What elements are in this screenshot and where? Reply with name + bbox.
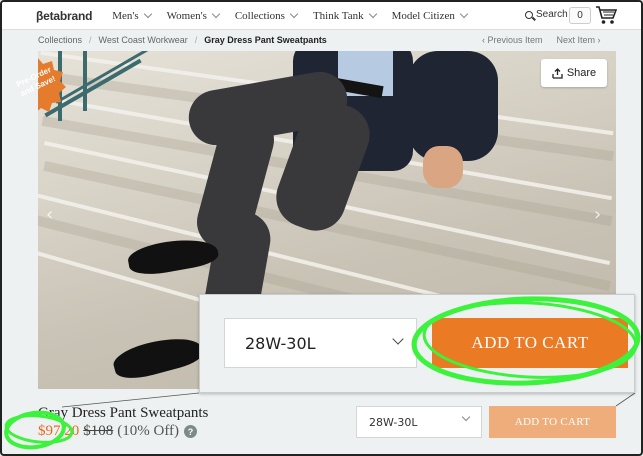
size-select[interactable]: 28W-30L: [356, 406, 482, 438]
browser-frame: βetabrand Men's Women's Collections Thin…: [0, 0, 643, 456]
price-row: $97.20 $108 (10% Off) ?: [38, 423, 198, 440]
size-select-value: 28W-30L: [369, 415, 418, 429]
sale-price: $97.20: [38, 423, 80, 439]
chevron-down-icon: [392, 333, 404, 345]
size-select-value: 28W-30L: [245, 333, 316, 353]
discount-label: (10% Off): [117, 423, 180, 439]
help-icon[interactable]: ?: [184, 425, 198, 438]
add-to-cart-button-zoomed[interactable]: ADD TO CART: [432, 318, 628, 368]
add-to-cart-button[interactable]: ADD TO CART: [489, 406, 616, 438]
size-select-zoomed[interactable]: 28W-30L: [224, 318, 417, 368]
product-title: Gray Dress Pant Sweatpants: [38, 405, 209, 421]
original-price: $108: [83, 423, 114, 439]
zoom-callout: 28W-30L ADD TO CART: [199, 294, 635, 393]
chevron-down-icon: [461, 412, 471, 422]
